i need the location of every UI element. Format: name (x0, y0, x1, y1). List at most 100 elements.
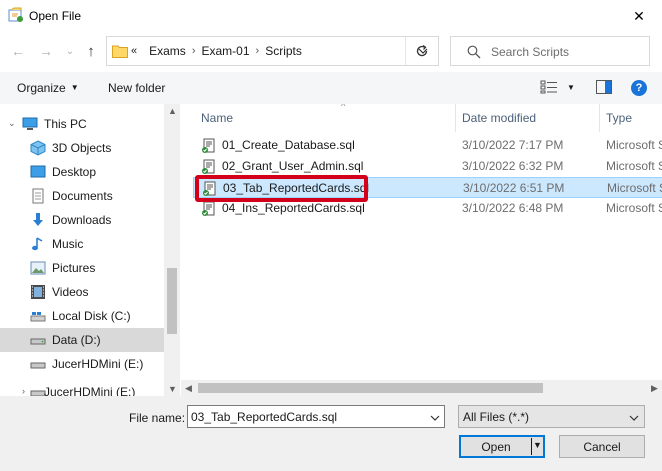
scroll-right-icon[interactable]: ▶ (651, 383, 658, 394)
file-name: 02_Grant_User_Admin.sql (222, 159, 364, 173)
breadcrumb-scripts[interactable]: Scripts (265, 44, 302, 58)
open-options-dropdown[interactable]: ▼ (533, 440, 542, 450)
column-date-label: Date modified (462, 111, 537, 125)
column-divider[interactable] (599, 104, 600, 132)
change-view-button[interactable]: ▼ (540, 80, 575, 94)
open-button[interactable]: Open ▼ (459, 435, 545, 458)
chevron-down-icon[interactable] (430, 410, 440, 424)
annotation-highlight-box (195, 175, 368, 202)
sidebar-item-jucerhdmini-e-2[interactable]: › JucerHDMini (E:) (0, 380, 164, 396)
close-icon: ✕ (633, 7, 645, 24)
documents-icon (30, 188, 46, 204)
recent-locations-button[interactable]: ⌄ (60, 41, 80, 61)
back-arrow-icon: ← (11, 43, 25, 59)
file-name-value: 03_Tab_ReportedCards.sql (191, 410, 338, 424)
breadcrumb-separator[interactable]: › (256, 45, 260, 57)
up-button[interactable]: ↑ (81, 41, 101, 61)
file-name: 04_Ins_ReportedCards.sql (222, 201, 365, 215)
column-name-label: Name (201, 111, 234, 125)
address-bar[interactable]: « Exams › Exam-01 › Scripts (106, 36, 439, 66)
desktop-icon (30, 164, 46, 180)
sidebar-item-3d-objects[interactable]: 3D Objects (0, 136, 164, 160)
column-header-date[interactable]: Date modified (462, 104, 599, 132)
forward-button[interactable]: → (36, 41, 56, 61)
navigation-scrollbar[interactable]: ▲ ▼ (164, 104, 180, 396)
chevron-right-icon[interactable]: › (22, 386, 25, 396)
usb-drive-icon (30, 356, 46, 372)
sidebar-item-label: Pictures (52, 261, 96, 275)
breadcrumb: « Exams › Exam-01 › Scripts (131, 44, 302, 58)
search-icon (467, 45, 481, 62)
pictures-icon (30, 260, 46, 276)
organize-button[interactable]: Organize ▼ (17, 81, 79, 95)
sidebar-item-downloads[interactable]: Downloads (0, 208, 164, 232)
file-type: Microsoft SQL Server Query File (606, 138, 662, 152)
details-view-icon (540, 80, 557, 94)
navigation-pane: ⌄ This PC 3D Objects Desktop Documents D… (0, 104, 180, 396)
sort-ascending-icon: ^ (341, 104, 346, 111)
up-arrow-icon: ↑ (87, 42, 95, 60)
forward-arrow-icon: → (39, 43, 53, 59)
scrollbar-thumb[interactable] (167, 268, 177, 334)
search-input[interactable]: Search Scripts (450, 36, 650, 66)
dialog-footer: File name: 03_Tab_ReportedCards.sql All … (0, 396, 662, 471)
breadcrumb-exams[interactable]: Exams (149, 44, 186, 58)
file-row[interactable]: 01_Create_Database.sql 3/10/2022 7:17 PM… (193, 135, 662, 156)
preview-pane-button[interactable] (596, 80, 612, 97)
3d-objects-icon (30, 140, 46, 156)
file-type: Microsoft SQL Server Query File (607, 181, 662, 195)
sidebar-item-label: Music (52, 237, 84, 251)
refresh-button[interactable] (405, 36, 439, 66)
file-type-filter[interactable]: All Files (*.*) (458, 405, 645, 428)
horizontal-scrollbar[interactable]: ◀ ▶ (181, 380, 662, 396)
sidebar-item-this-pc[interactable]: ⌄ This PC (0, 112, 164, 136)
file-date: 3/10/2022 7:17 PM (462, 138, 564, 152)
scroll-down-icon[interactable]: ▼ (168, 384, 177, 394)
column-divider[interactable] (455, 104, 456, 132)
cancel-button[interactable]: Cancel (559, 435, 645, 458)
navigation-bar: ← → ⌄ ↑ « Exams › Exam-01 › Scripts Sear… (0, 32, 662, 72)
scroll-up-icon[interactable]: ▲ (168, 106, 177, 116)
file-type: Microsoft SQL Server Query File (606, 201, 662, 215)
sidebar-item-videos[interactable]: Videos (0, 280, 164, 304)
sidebar-item-label: Data (D:) (52, 333, 101, 347)
sidebar-item-label: Downloads (52, 213, 112, 227)
this-pc-icon (22, 116, 38, 132)
sidebar-item-desktop[interactable]: Desktop (0, 160, 164, 184)
scroll-left-icon[interactable]: ◀ (185, 383, 192, 394)
open-file-app-icon (8, 7, 24, 23)
search-placeholder: Search Scripts (491, 45, 570, 59)
file-row[interactable]: 02_Grant_User_Admin.sql 3/10/2022 6:32 P… (193, 156, 662, 177)
file-name: 01_Create_Database.sql (222, 138, 355, 152)
breadcrumb-separator[interactable]: › (192, 45, 196, 57)
new-folder-label: New folder (108, 81, 166, 95)
file-date: 3/10/2022 6:32 PM (462, 159, 564, 173)
sidebar-item-local-disk-c[interactable]: Local Disk (C:) (0, 304, 164, 328)
sidebar-item-pictures[interactable]: Pictures (0, 256, 164, 280)
sidebar-item-music[interactable]: Music (0, 232, 164, 256)
chevron-down-icon: ⌄ (65, 45, 75, 57)
close-button[interactable]: ✕ (616, 0, 662, 32)
back-button[interactable]: ← (8, 41, 28, 61)
help-button[interactable]: ? (631, 80, 647, 96)
chevron-down-icon[interactable]: ⌄ (8, 118, 16, 129)
file-list: ^ Name Date modified Type 01_Create_Data… (181, 104, 662, 396)
organize-label: Organize (17, 81, 66, 95)
column-header-name[interactable]: ^ Name (201, 104, 455, 132)
sidebar-item-label: This PC (44, 117, 87, 131)
sidebar-item-documents[interactable]: Documents (0, 184, 164, 208)
scrollbar-thumb[interactable] (198, 383, 543, 393)
sidebar-item-label: JucerHDMini (E:) (44, 385, 136, 396)
file-type-filter-value: All Files (*.*) (463, 410, 530, 424)
breadcrumb-overflow[interactable]: « (131, 45, 137, 57)
new-folder-button[interactable]: New folder (108, 81, 165, 95)
chevron-down-icon (629, 410, 639, 424)
file-name-input[interactable]: 03_Tab_ReportedCards.sql (187, 405, 445, 428)
sidebar-item-jucerhdmini-e[interactable]: JucerHDMini (E:) (0, 352, 164, 376)
breadcrumb-exam-01[interactable]: Exam-01 (201, 44, 249, 58)
sidebar-item-data-d[interactable]: Data (D:) (0, 328, 164, 352)
sidebar-item-label: JucerHDMini (E:) (52, 357, 144, 371)
title-bar: Open File ✕ (0, 0, 662, 32)
column-header-type[interactable]: Type (606, 104, 662, 132)
caret-down-icon: ▼ (70, 83, 79, 92)
